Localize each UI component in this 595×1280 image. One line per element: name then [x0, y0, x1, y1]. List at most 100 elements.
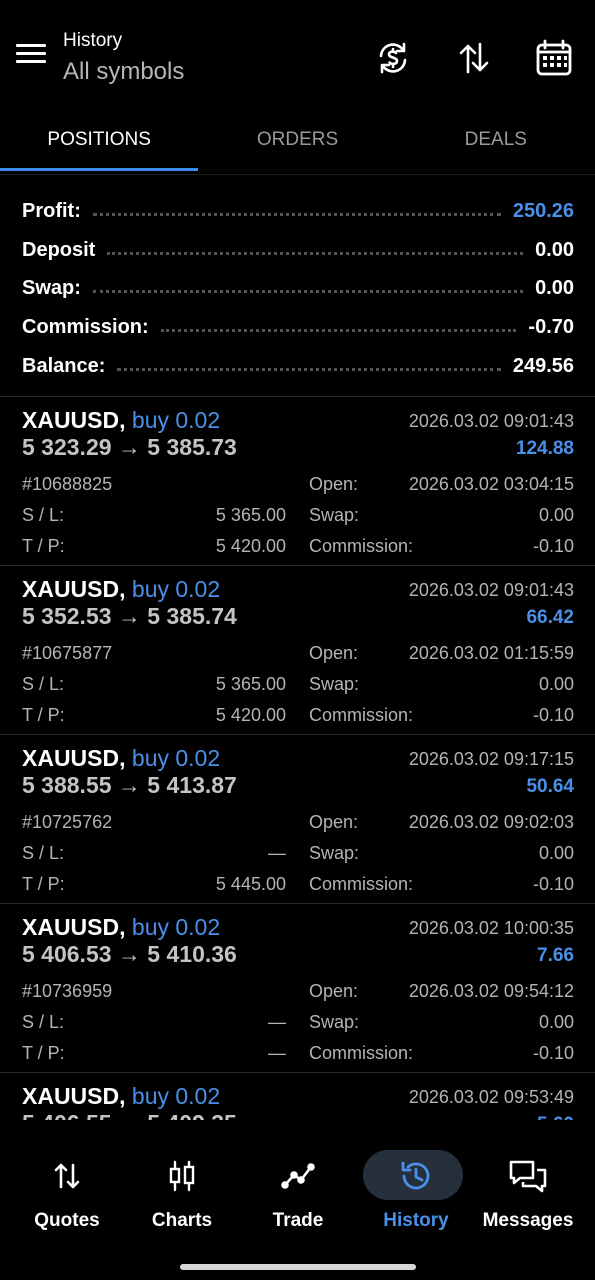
commission-label: Commission:: [309, 1043, 414, 1063]
deal-sl: —: [268, 1012, 286, 1032]
deal-close-time: 2026.03.02 09:17:15: [408, 749, 574, 769]
deal-profit: 50.64: [526, 776, 574, 797]
commission-label: Commission:: [309, 705, 414, 725]
deal-sl: 5 365.00: [215, 674, 286, 694]
deal-item[interactable]: XAUUSD, buy 0.02 5 352.53 → 5 385.74 202…: [0, 565, 595, 735]
swap-value: 0.00: [535, 277, 574, 300]
deal-tp: —: [268, 1043, 286, 1063]
deposit-label: Deposit: [22, 238, 96, 261]
balance-value: 249.56: [512, 354, 574, 377]
symbol-filter[interactable]: All symbols: [63, 58, 184, 86]
deal-symbol: XAUUSD,: [22, 1083, 126, 1109]
open-label: Open:: [309, 812, 359, 832]
nav-label: Quotes: [34, 1210, 100, 1231]
nav-quotes[interactable]: Quotes: [12, 1150, 122, 1236]
deal-tp: 5 420.00: [215, 705, 286, 725]
tab-bar: POSITIONS ORDERS DEALS: [0, 112, 595, 176]
sort-arrows-icon[interactable]: [452, 36, 496, 80]
deal-tp: 5 420.00: [215, 536, 286, 556]
summary-swap-row: Swap: 0.00: [22, 269, 574, 308]
dotted-leader: [160, 328, 517, 332]
commission-label: Commission:: [22, 315, 149, 338]
deal-close-time: 2026.03.02 09:01:43: [408, 411, 574, 431]
nav-trade[interactable]: Trade: [243, 1150, 353, 1236]
tab-orders[interactable]: ORDERS: [198, 112, 396, 176]
sl-label: S / L:: [22, 1012, 65, 1032]
deal-sl: —: [268, 843, 286, 863]
deal-item[interactable]: XAUUSD, buy 0.02 5 406.53 → 5 410.36 202…: [0, 903, 595, 1073]
nav-history[interactable]: History: [361, 1150, 471, 1236]
deal-ticket: #10736959: [22, 981, 113, 1001]
swap-label: Swap:: [309, 843, 360, 863]
deal-side: buy 0.02: [131, 914, 221, 940]
deal-item[interactable]: XAUUSD, buy 0.02 5 388.55 → 5 413.87 202…: [0, 734, 595, 904]
deal-symbol: XAUUSD,: [22, 745, 126, 771]
trade-line-chart-icon: [243, 1150, 353, 1202]
summary-commission-row: Commission: -0.70: [22, 308, 574, 347]
deal-swap: 0.00: [538, 1012, 574, 1032]
deal-swap: 0.00: [538, 674, 574, 694]
profit-value: 250.26: [512, 199, 574, 222]
swap-label: Swap:: [22, 277, 81, 300]
currency-exchange-icon[interactable]: [371, 36, 415, 80]
deal-symbol: XAUUSD,: [22, 914, 126, 940]
deal-swap: 0.00: [538, 505, 574, 525]
deal-item[interactable]: XAUUSD, buy 0.02 5 323.29 → 5 385.73 202…: [0, 396, 595, 566]
deal-symbol-line: XAUUSD, buy 0.02: [22, 576, 220, 603]
sl-label: S / L:: [22, 843, 65, 863]
deal-side: buy 0.02: [131, 407, 221, 433]
deal-ticket: #10725762: [22, 812, 113, 832]
menu-icon[interactable]: [16, 44, 46, 68]
deposit-value: 0.00: [535, 238, 574, 261]
swap-label: Swap:: [309, 674, 360, 694]
dotted-leader: [107, 251, 524, 255]
tp-label: T / P:: [22, 705, 65, 725]
sl-label: S / L:: [22, 505, 65, 525]
deal-open-time: 2026.03.02 01:15:59: [408, 643, 574, 663]
deal-open-time: 2026.03.02 09:02:03: [408, 812, 574, 832]
deal-side: buy 0.02: [131, 1083, 221, 1109]
tp-label: T / P:: [22, 1043, 65, 1063]
nav-label: History: [383, 1210, 449, 1231]
summary-deposit-row: Deposit 0.00: [22, 231, 574, 270]
open-label: Open:: [309, 474, 359, 494]
deal-tp: 5 445.00: [215, 874, 286, 894]
quotes-arrows-icon: [12, 1150, 122, 1202]
calendar-icon[interactable]: [532, 36, 576, 80]
open-label: Open:: [309, 981, 359, 1001]
commission-value: -0.70: [528, 315, 574, 338]
tabs-divider: [0, 174, 595, 175]
deal-prices: 5 323.29 → 5 385.73: [22, 434, 237, 460]
deal-close-time: 2026.03.02 09:01:43: [408, 580, 574, 600]
deal-swap: 0.00: [538, 843, 574, 863]
deal-side: buy 0.02: [131, 576, 221, 602]
deal-profit: 66.42: [526, 607, 574, 628]
sl-label: S / L:: [22, 674, 65, 694]
profit-label: Profit:: [22, 199, 81, 222]
tp-label: T / P:: [22, 536, 65, 556]
dotted-leader: [92, 212, 501, 216]
dotted-leader: [92, 290, 524, 294]
deal-profit: 7.66: [537, 945, 574, 966]
deal-symbol-line: XAUUSD, buy 0.02: [22, 914, 220, 941]
messages-chat-icon: [473, 1150, 583, 1202]
nav-charts[interactable]: Charts: [127, 1150, 237, 1236]
deal-commission: -0.10: [532, 536, 574, 556]
dotted-leader: [117, 367, 501, 371]
swap-label: Swap:: [309, 1012, 360, 1032]
deal-symbol-line: XAUUSD, buy 0.02: [22, 407, 220, 434]
balance-label: Balance:: [22, 354, 106, 377]
deal-ticket: #10688825: [22, 474, 113, 494]
open-label: Open:: [309, 643, 359, 663]
tab-deals[interactable]: DEALS: [397, 112, 595, 176]
tab-positions[interactable]: POSITIONS: [0, 112, 199, 176]
deal-close-time: 2026.03.02 09:53:49: [408, 1087, 574, 1107]
nav-messages[interactable]: Messages: [473, 1150, 583, 1236]
deal-prices: 5 352.53 → 5 385.74: [22, 603, 237, 629]
deal-ticket: #10675877: [22, 643, 113, 663]
account-summary: Profit: 250.26 Deposit 0.00 Swap: 0.00 C…: [22, 192, 574, 385]
bottom-navigation: Quotes Charts Trade History Messages: [0, 1120, 595, 1280]
deal-prices: 5 388.55 → 5 413.87: [22, 772, 237, 798]
candlestick-chart-icon: [127, 1150, 237, 1202]
home-indicator[interactable]: [180, 1264, 416, 1270]
